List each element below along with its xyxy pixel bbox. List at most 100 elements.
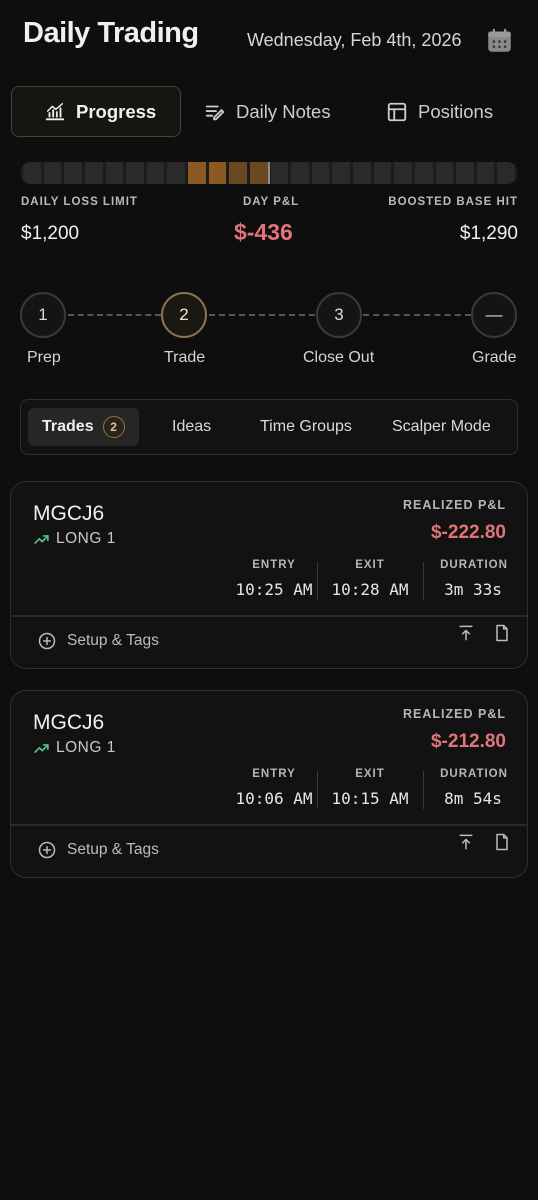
- chart-icon: [45, 102, 65, 120]
- header: Daily Trading Wednesday, Feb 4th, 2026: [0, 0, 538, 80]
- subtab-ideas[interactable]: Ideas: [172, 408, 211, 446]
- meter-segment: [43, 162, 62, 184]
- calendar-icon[interactable]: [486, 27, 513, 54]
- meter-segment: [476, 162, 495, 184]
- step-prep[interactable]: 1: [20, 292, 66, 338]
- plus-circle-icon: [38, 632, 56, 650]
- step-grade-label: Grade: [472, 349, 517, 366]
- tab-progress[interactable]: Progress: [11, 86, 181, 137]
- meter-segment: [167, 162, 185, 184]
- setup-tags-label: Setup & Tags: [67, 841, 159, 858]
- notes-icon: [205, 105, 225, 120]
- meter-segment: [23, 162, 41, 184]
- sub-tabs: Trades 2 Ideas Time Groups Scalper Mode: [20, 399, 518, 455]
- realized-pl-label: REALIZED P&L: [403, 498, 506, 512]
- tab-positions[interactable]: Positions: [386, 86, 526, 137]
- exit-label: EXIT: [355, 559, 385, 571]
- meter-zero-marker: [268, 162, 270, 184]
- meter-segment: [291, 162, 309, 184]
- meter-segment: [208, 162, 227, 184]
- boosted-label: BOOSTED BASE HIT: [388, 196, 518, 208]
- entry-time: 10:25 AM: [235, 580, 313, 599]
- duration-value: 3m 33s: [444, 580, 502, 599]
- column-divider: [423, 562, 424, 600]
- exit-label: EXIT: [355, 768, 385, 780]
- setup-tags-button[interactable]: Setup & Tags: [37, 840, 159, 860]
- trade-side-label: LONG 1: [56, 530, 116, 547]
- meter-segment: [497, 162, 515, 184]
- tab-daily-notes-label: Daily Notes: [236, 100, 331, 122]
- loss-limit-value: $1,200: [21, 223, 80, 244]
- meter-segment: [188, 162, 206, 184]
- setup-tags-button[interactable]: Setup & Tags: [37, 631, 159, 651]
- meter-segment: [249, 162, 268, 184]
- page-title: Daily Trading: [23, 17, 199, 49]
- column-divider: [423, 771, 424, 809]
- main-tabs: Progress Daily Notes Positions: [10, 86, 538, 138]
- meter-segment: [353, 162, 371, 184]
- meter-segment: [146, 162, 165, 184]
- step-close-out[interactable]: 3: [316, 292, 362, 338]
- exit-time: 10:15 AM: [331, 789, 409, 808]
- meter-segment: [456, 162, 474, 184]
- step-prep-label: Prep: [27, 349, 61, 366]
- meter-segment: [64, 162, 82, 184]
- step-close-out-label: Close Out: [303, 349, 375, 366]
- meter-segment: [229, 162, 247, 184]
- trades-count-badge: 2: [102, 416, 125, 438]
- subtab-time-groups[interactable]: Time Groups: [260, 408, 352, 446]
- meter-segment: [311, 162, 330, 184]
- exit-time: 10:28 AM: [331, 580, 409, 599]
- boosted-value: $1,290: [459, 223, 518, 244]
- subtab-scalper-mode[interactable]: Scalper Mode: [392, 408, 491, 446]
- plus-circle-icon: [38, 841, 56, 859]
- duration-label: DURATION: [440, 559, 508, 571]
- column-divider: [317, 562, 318, 600]
- document-icon[interactable]: [492, 832, 512, 852]
- trade-side: LONG 1: [33, 739, 116, 757]
- duration-label: DURATION: [440, 768, 508, 780]
- duration-value: 8m 54s: [444, 789, 502, 808]
- trend-up-icon: [34, 534, 49, 544]
- day-pl-value: $-436: [234, 219, 293, 245]
- share-icon[interactable]: [456, 832, 476, 852]
- document-icon[interactable]: [492, 623, 512, 643]
- step-trade[interactable]: 2: [161, 292, 207, 338]
- meter-segment: [394, 162, 412, 184]
- trade-side-label: LONG 1: [56, 739, 116, 756]
- share-icon[interactable]: [456, 623, 476, 643]
- trend-up-icon: [34, 743, 49, 753]
- entry-label: ENTRY: [252, 768, 296, 780]
- realized-pl-label: REALIZED P&L: [403, 707, 506, 721]
- step-connector: [209, 314, 315, 316]
- setup-tags-label: Setup & Tags: [67, 632, 159, 649]
- step-grade[interactable]: —: [471, 292, 517, 338]
- card-divider: [11, 824, 527, 826]
- day-pl-label: DAY P&L: [243, 196, 300, 208]
- entry-time: 10:06 AM: [235, 789, 313, 808]
- meter-segment: [414, 162, 433, 184]
- meter-segment: [332, 162, 350, 184]
- meter-segment: [84, 162, 103, 184]
- tab-positions-label: Positions: [418, 100, 494, 122]
- step-connector: [363, 314, 471, 316]
- entry-label: ENTRY: [252, 559, 296, 571]
- step-trade-label: Trade: [164, 349, 206, 366]
- meter-segment: [126, 162, 144, 184]
- trade-card[interactable]: MGCJ6 LONG 1 REALIZED P&L $-212.80 ENTRY…: [10, 690, 528, 878]
- tab-daily-notes[interactable]: Daily Notes: [204, 86, 354, 137]
- column-divider: [317, 771, 318, 809]
- trade-symbol: MGCJ6: [33, 502, 105, 525]
- meter-segment: [373, 162, 392, 184]
- trade-card[interactable]: MGCJ6 LONG 1 REALIZED P&L $-222.80 ENTRY…: [10, 481, 528, 669]
- meter-segment: [435, 162, 454, 184]
- step-connector: [68, 314, 161, 316]
- realized-pl-value: $-222.80: [430, 522, 506, 543]
- date-label: Wednesday, Feb 4th, 2026: [247, 30, 462, 50]
- meter-segment: [105, 162, 124, 184]
- loss-limit-label: DAILY LOSS LIMIT: [21, 196, 138, 208]
- trade-side: LONG 1: [33, 530, 116, 548]
- tab-progress-label: Progress: [76, 100, 157, 122]
- subtab-trades[interactable]: Trades 2: [28, 408, 139, 446]
- table-icon: [387, 102, 407, 121]
